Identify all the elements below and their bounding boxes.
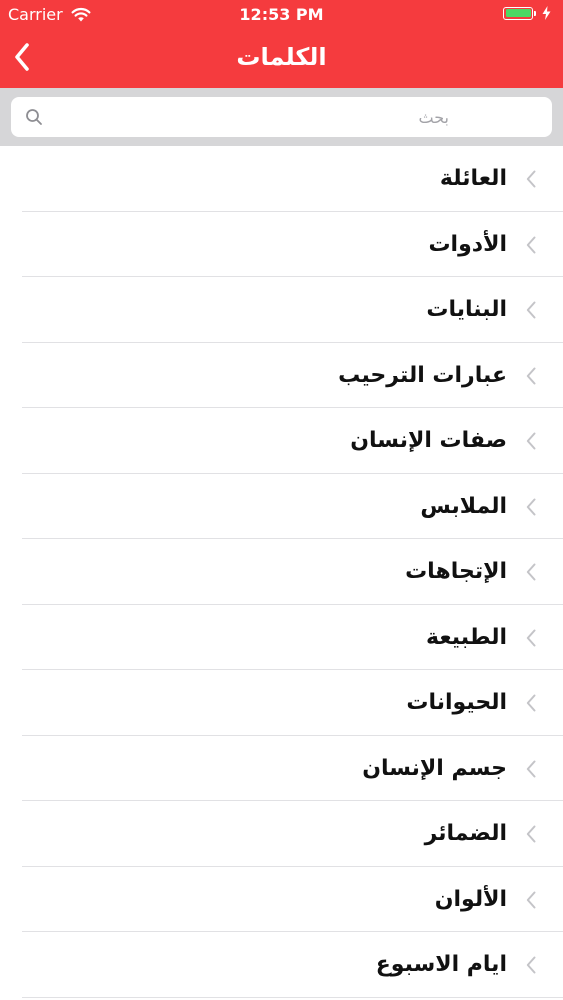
chevron-left-icon [526, 170, 536, 188]
list-item[interactable]: عبارات الترحيب [0, 343, 563, 409]
status-bar: Carrier 12:53 PM [0, 0, 563, 30]
page-title: الكلمات [236, 43, 327, 71]
chevron-left-icon [526, 629, 536, 646]
battery-icon [503, 6, 533, 20]
list-item[interactable]: الطبيعة [0, 605, 563, 671]
list-item-label: العائلة [439, 166, 507, 191]
battery-indicator [503, 6, 551, 20]
search-bar [0, 88, 563, 146]
list-item[interactable]: الإتجاهات [0, 539, 563, 605]
clock: 12:53 PM [239, 5, 324, 24]
list-item[interactable]: صفات الإنسان [0, 408, 563, 474]
list-item[interactable]: البنايات [0, 277, 563, 343]
list-item[interactable]: الملابس [0, 474, 563, 540]
chevron-left-icon [526, 563, 536, 581]
chevron-left-icon [526, 367, 536, 384]
list-item[interactable]: الألوان [0, 867, 563, 933]
chevron-left-icon [526, 236, 536, 253]
chevron-left-icon [526, 694, 536, 712]
list-item-label: الضمائر [424, 821, 507, 846]
search-field[interactable] [11, 97, 552, 137]
chevron-left-icon [526, 956, 536, 974]
navigation-bar: الكلمات [0, 30, 563, 88]
list-item-label: الطبيعة [426, 624, 507, 650]
chevron-left-icon [526, 760, 536, 777]
chevron-left-icon [526, 432, 536, 450]
chevron-left-icon [526, 301, 536, 319]
chevron-left-icon [526, 891, 536, 908]
chevron-left-icon [526, 825, 536, 843]
search-input[interactable] [49, 107, 449, 127]
list-item-label: ايام الاسبوع [375, 952, 507, 977]
list-item-label: عبارات الترحيب [338, 362, 507, 388]
search-icon [26, 109, 42, 125]
list-item[interactable]: الضمائر [0, 801, 563, 867]
list-item[interactable]: ايام الاسبوع [0, 932, 563, 998]
header: Carrier 12:53 PM الكلمات [0, 0, 563, 88]
list-item[interactable]: العائلة [0, 146, 563, 212]
list-item[interactable]: جسم الإنسان [0, 736, 563, 802]
list-item-label: الحيوانات [406, 690, 507, 715]
list-item-label: الألوان [434, 886, 507, 912]
list-item-label: الملابس [420, 493, 507, 519]
list-item-label: صفات الإنسان [350, 428, 507, 453]
chevron-left-icon [526, 498, 536, 515]
list-item-label: البنايات [426, 297, 507, 322]
list-item-label: الإتجاهات [405, 559, 507, 584]
category-list: العائلة الأدوات البنايات عبارات الترحيب صفات… [0, 146, 563, 998]
list-item[interactable]: الأدوات [0, 212, 563, 278]
charging-bolt-icon [542, 6, 551, 20]
list-item-label: جسم الإنسان [362, 755, 507, 781]
list-item[interactable]: الحيوانات [0, 670, 563, 736]
list-item-label: الأدوات [428, 231, 507, 257]
